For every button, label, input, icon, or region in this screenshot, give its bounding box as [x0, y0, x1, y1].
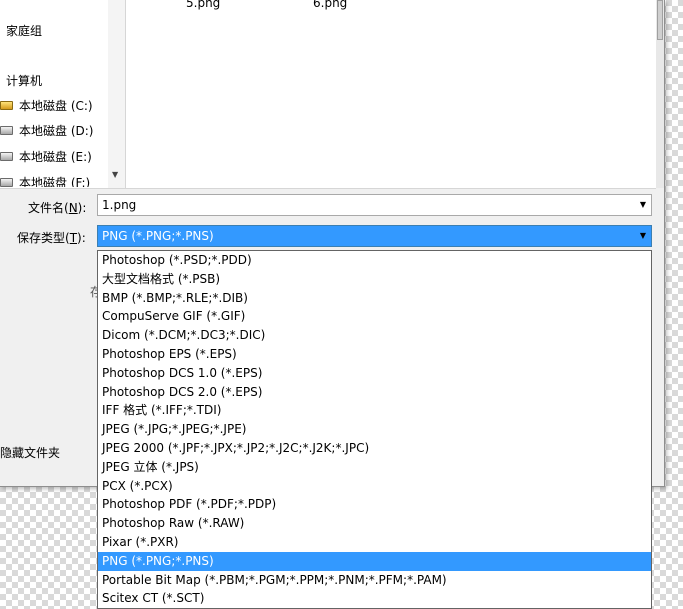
dropdown-option[interactable]: JPEG (*.JPG;*.JPEG;*.JPE) — [98, 420, 651, 439]
dropdown-option[interactable]: PCX (*.PCX) — [98, 477, 651, 496]
dropdown-option[interactable]: JPEG 立体 (*.JPS) — [98, 458, 651, 477]
file-view-scrollbar[interactable] — [656, 0, 664, 188]
savetype-value: PNG (*.PNG;*.PNS) — [102, 229, 214, 243]
dropdown-option[interactable]: Photoshop DCS 1.0 (*.EPS) — [98, 364, 651, 383]
savetype-select[interactable]: PNG (*.PNG;*.PNS) ▼ — [97, 225, 652, 247]
drive-label: 本地磁盘 (D:) — [19, 124, 94, 138]
filename-input[interactable]: 1.png ▼ — [97, 194, 652, 216]
savetype-label: 保存类型(T): — [17, 231, 86, 245]
dropdown-option[interactable]: BMP (*.BMP;*.RLE;*.DIB) — [98, 289, 651, 308]
nav-item-drive-c[interactable]: 本地磁盘 (C:) — [0, 97, 93, 114]
nav-item-drive-e[interactable]: 本地磁盘 (E:) — [0, 148, 92, 165]
filename-value: 1.png — [102, 198, 137, 212]
file-list-view: 5.png 6.png — [126, 0, 656, 189]
dropdown-option[interactable]: Photoshop Raw (*.RAW) — [98, 514, 651, 533]
dropdown-option[interactable]: JPEG 2000 (*.JPF;*.JPX;*.JP2;*.J2C;*.J2K… — [98, 439, 651, 458]
hard-drive-icon — [0, 152, 13, 161]
drive-label: 本地磁盘 (C:) — [19, 99, 93, 113]
scroll-down-icon[interactable]: ▼ — [112, 170, 118, 179]
dropdown-option[interactable]: Scitex CT (*.SCT) — [98, 589, 651, 608]
savetype-dropdown-list: Photoshop (*.PSD;*.PDD) 大型文档格式 (*.PSB) BMP… — [97, 250, 652, 609]
dropdown-option[interactable]: Dicom (*.DCM;*.DC3;*.DIC) — [98, 326, 651, 345]
file-item[interactable]: 6.png — [313, 0, 347, 10]
dropdown-option[interactable]: Portable Bit Map (*.PBM;*.PGM;*.PPM;*.PN… — [98, 571, 651, 590]
nav-item-homegroup[interactable]: 家庭组 — [6, 22, 42, 39]
drive-label: 本地磁盘 (F:) — [19, 176, 91, 187]
dropdown-option[interactable]: Photoshop PDF (*.PDF;*.PDP) — [98, 495, 651, 514]
hard-drive-icon — [0, 178, 13, 187]
scrollbar-thumb[interactable] — [657, 0, 663, 40]
file-item[interactable]: 5.png — [186, 0, 220, 10]
dropdown-option[interactable]: CompuServe GIF (*.GIF) — [98, 307, 651, 326]
nav-item-drive-f[interactable]: 本地磁盘 (F:) — [0, 174, 90, 187]
nav-item-drive-d[interactable]: 本地磁盘 (D:) — [0, 122, 93, 139]
hard-drive-icon — [0, 126, 13, 135]
filename-label: 文件名(N): — [28, 201, 87, 215]
dropdown-option[interactable]: Photoshop DCS 2.0 (*.EPS) — [98, 383, 651, 402]
chevron-down-icon[interactable]: ▼ — [640, 195, 646, 215]
nav-scrollbar[interactable]: ▼ — [108, 0, 126, 189]
navigation-pane: 家庭组 计算机 本地磁盘 (C:) 本地磁盘 (D:) 本地磁盘 (E:) 本地… — [0, 0, 109, 189]
dropdown-option[interactable]: 大型文档格式 (*.PSB) — [98, 270, 651, 289]
drive-label: 本地磁盘 (E:) — [19, 150, 92, 164]
dropdown-option[interactable]: PNG (*.PNG;*.PNS) — [98, 551, 651, 571]
system-drive-icon — [0, 101, 13, 110]
chevron-down-icon[interactable]: ▼ — [640, 226, 646, 246]
dropdown-option[interactable]: IFF 格式 (*.IFF;*.TDI) — [98, 401, 651, 420]
hide-folders-toggle[interactable]: 隐藏文件夹 — [0, 444, 60, 461]
dropdown-option[interactable]: Photoshop EPS (*.EPS) — [98, 345, 651, 364]
dropdown-option[interactable]: Photoshop (*.PSD;*.PDD) — [98, 251, 651, 270]
dropdown-option[interactable]: Pixar (*.PXR) — [98, 533, 651, 552]
nav-item-computer[interactable]: 计算机 — [6, 72, 42, 89]
